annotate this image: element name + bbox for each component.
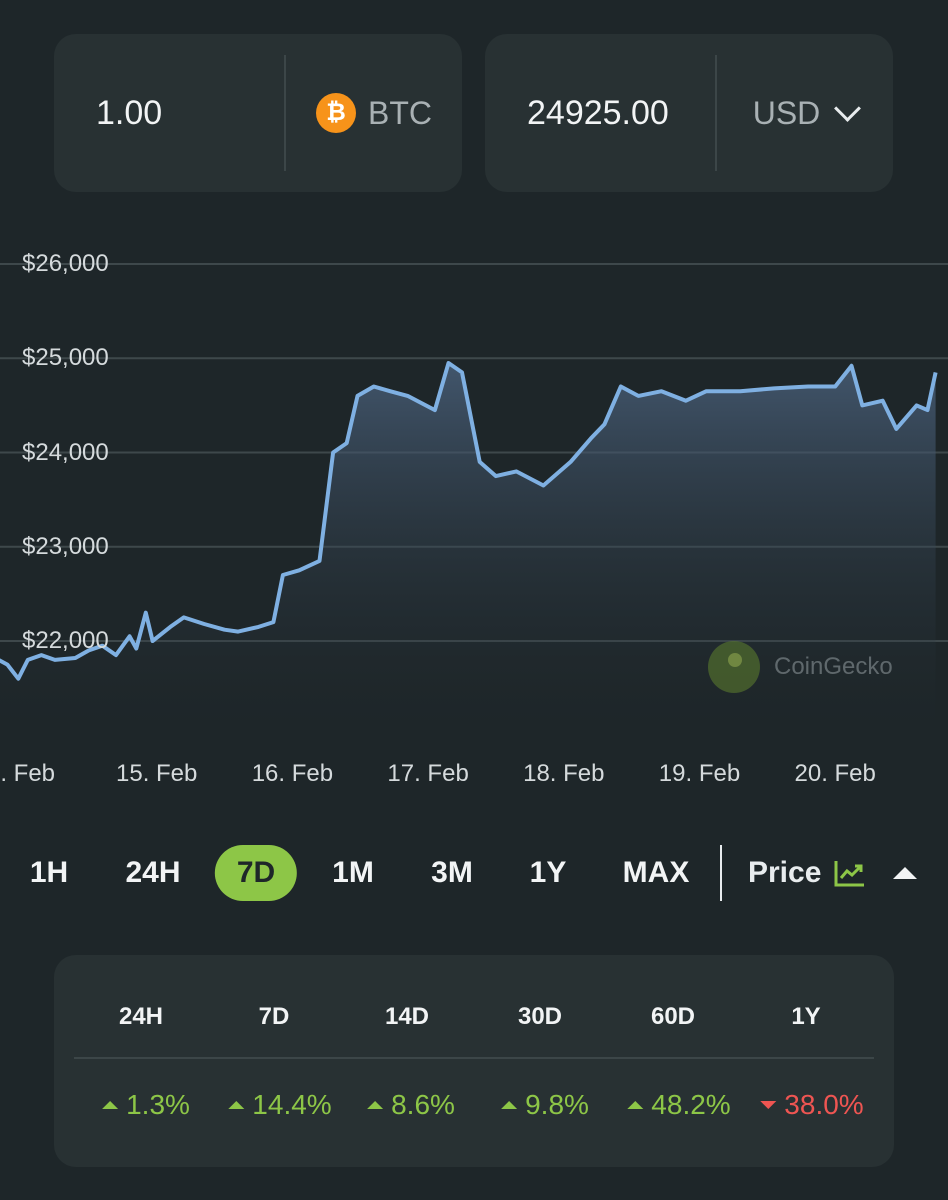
range-7d-button[interactable]: 7D bbox=[214, 845, 298, 901]
range-1h-button[interactable]: 1H bbox=[30, 845, 68, 901]
up-arrow-icon bbox=[367, 1101, 384, 1109]
perf-header-14d: 14D bbox=[384, 1003, 430, 1030]
line-chart-icon bbox=[834, 861, 865, 887]
perf-value-text: 1.3% bbox=[126, 1089, 190, 1120]
performance-card: 24H 7D 14D 30D 60D 1Y 1.3% 14.4% 8.6% 9.… bbox=[54, 955, 894, 1167]
perf-value-60d: 48.2% bbox=[627, 1089, 731, 1121]
perf-value-text: 38.0% bbox=[784, 1089, 864, 1120]
range-divider bbox=[720, 845, 722, 901]
watermark-text: CoinGecko bbox=[774, 653, 893, 680]
range-24h-button[interactable]: 24H bbox=[125, 845, 180, 901]
up-arrow-icon bbox=[228, 1101, 245, 1109]
coingecko-logo-icon bbox=[708, 641, 760, 693]
y-tick-label: $26,000 bbox=[22, 250, 109, 277]
x-tick-label: 19. Feb bbox=[658, 760, 741, 787]
perf-header-7d: 7D bbox=[258, 1003, 290, 1030]
collapse-triangle-icon bbox=[893, 867, 918, 879]
y-tick-label: $22,000 bbox=[22, 627, 109, 654]
x-tick-label: 15. Feb bbox=[115, 760, 198, 787]
chevron-down-icon bbox=[834, 94, 862, 122]
perf-header-1y: 1Y bbox=[791, 1003, 821, 1030]
crypto-amount-input[interactable]: 1.00 bbox=[54, 94, 284, 133]
perf-header-60d: 60D bbox=[650, 1003, 696, 1030]
bitcoin-icon: ₿ bbox=[316, 93, 356, 133]
fiat-amount-input[interactable]: 24925.00 bbox=[485, 94, 715, 133]
y-tick-label: $23,000 bbox=[22, 532, 109, 560]
perf-value-text: 9.8% bbox=[525, 1089, 589, 1120]
x-tick-label: 17. Feb bbox=[387, 760, 469, 787]
x-tick-label: 20. Feb bbox=[794, 760, 876, 787]
up-arrow-icon bbox=[627, 1101, 644, 1109]
coingecko-watermark: CoinGecko bbox=[708, 641, 893, 693]
perf-value-30d: 9.8% bbox=[501, 1089, 589, 1121]
x-tick-label: 18. Feb bbox=[523, 760, 605, 787]
crypto-currency-label: ₿ BTC bbox=[286, 93, 462, 133]
time-range-selector: 1H 24H 7D 1M 3M 1Y MAX Price bbox=[0, 845, 948, 905]
perf-header-30d: 30D bbox=[517, 1003, 563, 1030]
range-1m-button[interactable]: 1M bbox=[332, 845, 374, 901]
down-arrow-icon bbox=[760, 1101, 777, 1109]
perf-value-text: 48.2% bbox=[651, 1089, 731, 1120]
fiat-amount-box: 24925.00 USD bbox=[485, 34, 893, 192]
y-tick-label: $24,000 bbox=[22, 438, 109, 466]
perf-header-24h: 24H bbox=[118, 1003, 164, 1030]
x-tick-label: 4. Feb bbox=[0, 760, 56, 787]
fiat-currency-code: USD bbox=[752, 94, 821, 131]
range-max-button[interactable]: MAX bbox=[623, 845, 690, 901]
range-3m-button[interactable]: 3M bbox=[431, 845, 473, 901]
up-arrow-icon bbox=[501, 1101, 518, 1109]
perf-value-24h: 1.3% bbox=[102, 1089, 190, 1121]
perf-value-text: 8.6% bbox=[391, 1089, 455, 1120]
crypto-currency-code: BTC bbox=[368, 94, 432, 131]
crypto-amount-box: 1.00 ₿ BTC bbox=[54, 34, 462, 192]
perf-value-1y: 38.0% bbox=[760, 1089, 864, 1121]
perf-value-text: 14.4% bbox=[252, 1089, 332, 1120]
up-arrow-icon bbox=[102, 1101, 119, 1109]
x-tick-label: 16. Feb bbox=[251, 760, 334, 787]
perf-divider bbox=[74, 1057, 874, 1059]
perf-value-7d: 14.4% bbox=[228, 1089, 332, 1121]
perf-value-14d: 8.6% bbox=[367, 1089, 455, 1121]
y-tick-label: $25,000 bbox=[22, 344, 109, 372]
price-mode-label: Price bbox=[748, 856, 822, 889]
fiat-currency-select[interactable]: USD bbox=[717, 95, 893, 132]
price-mode-toggle[interactable]: Price bbox=[748, 845, 918, 901]
range-1y-button[interactable]: 1Y bbox=[530, 845, 567, 901]
